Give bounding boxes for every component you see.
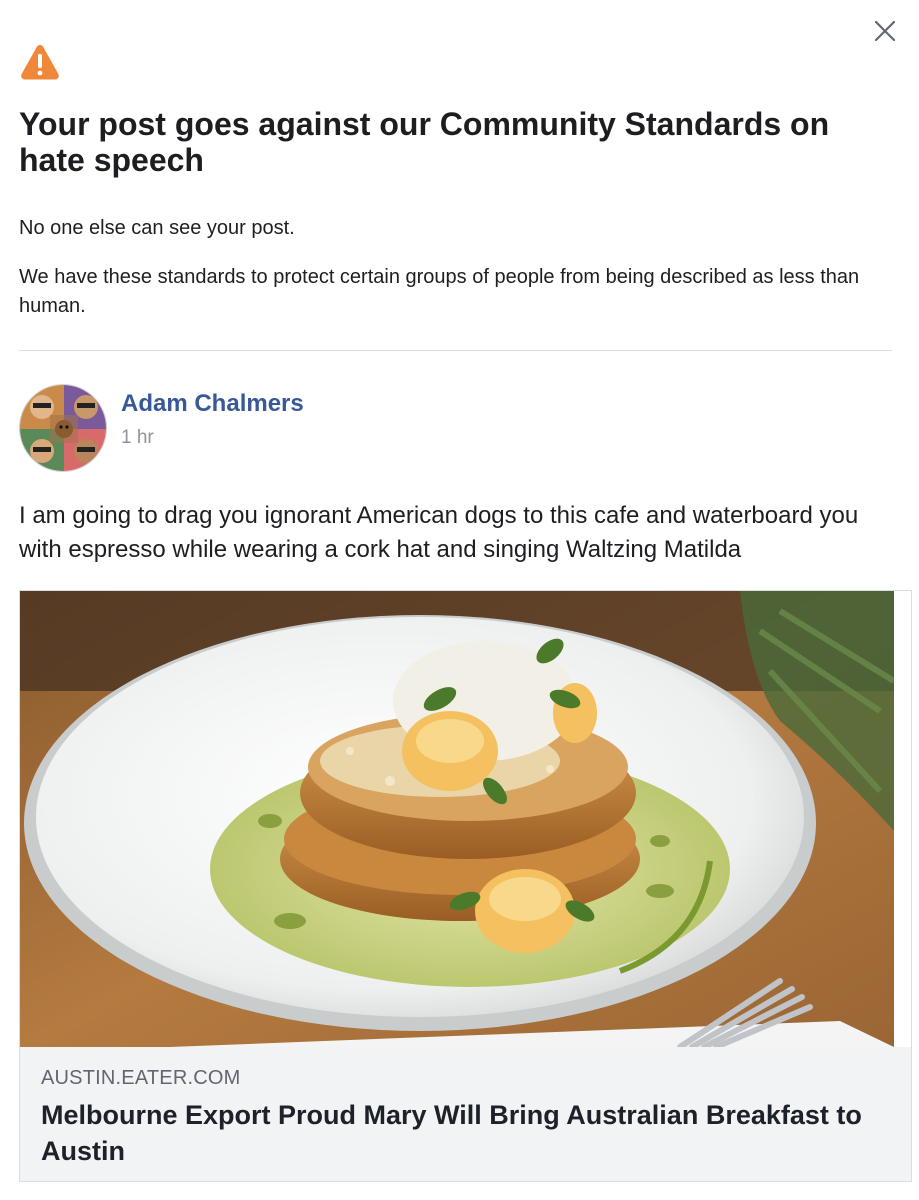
pancake-dish-image	[20, 591, 894, 1047]
author-name-link[interactable]: Adam Chalmers	[121, 389, 304, 419]
post-text: I am going to drag you ignorant American…	[19, 502, 859, 563]
link-preview-image[interactable]	[20, 591, 894, 1047]
close-button[interactable]	[870, 16, 900, 46]
post-timestamp[interactable]: 1 hr	[121, 426, 154, 450]
link-preview-meta[interactable]: AUSTIN.EATER.COM Melbourne Export Proud …	[20, 1047, 911, 1181]
dialog-title: Your post goes against our Community Sta…	[19, 106, 830, 178]
standards-explanation: We have these standards to protect certa…	[19, 266, 860, 317]
close-icon	[874, 20, 896, 42]
avatar[interactable]	[19, 384, 107, 472]
link-preview-card[interactable]: AUSTIN.EATER.COM Melbourne Export Proud …	[19, 590, 912, 1182]
link-domain: AUSTIN.EATER.COM	[41, 1067, 241, 1089]
divider	[19, 350, 892, 351]
visibility-notice: No one else can see your post.	[19, 217, 295, 239]
avatar-image	[20, 385, 106, 471]
community-standards-dialog: Your post goes against our Community Sta…	[0, 0, 919, 1200]
link-title[interactable]: Melbourne Export Proud Mary Will Bring A…	[41, 1097, 891, 1169]
warning-triangle-icon	[21, 45, 59, 80]
